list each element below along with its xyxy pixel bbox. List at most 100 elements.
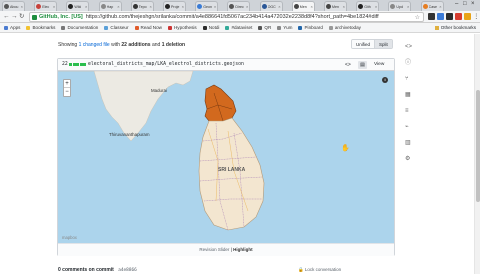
lock-conversation-button[interactable]: 🔒 Lock conversation (298, 267, 341, 273)
pull-requests-icon[interactable]: ⑂ (405, 76, 411, 82)
browser-tab[interactable]: Case × (420, 1, 444, 11)
pulse-icon[interactable]: ⌁ (405, 124, 411, 130)
file-path[interactable]: electoral_districts_map/LKA_electrol_dis… (88, 62, 244, 67)
zoom-out-button[interactable]: − (64, 88, 70, 96)
bookmark-item[interactable]: Apps (4, 25, 20, 30)
split-button[interactable]: Split (374, 40, 392, 48)
bookmark-item[interactable]: Classeur (104, 25, 129, 30)
unified-button[interactable]: Unified (352, 40, 375, 48)
view-file-button[interactable]: View (374, 62, 384, 67)
tab-close-icon[interactable]: × (246, 4, 248, 9)
tab-close-icon[interactable]: × (53, 4, 55, 9)
browser-tab[interactable]: Hap × (98, 1, 122, 11)
northern-district-highlight (204, 84, 237, 124)
commit-sha[interactable]: a4e8866 (118, 268, 137, 273)
revision-slider-link[interactable]: Revision Slider (199, 247, 229, 252)
bookmark-favicon-icon (298, 25, 303, 30)
bookmark-item[interactable]: Bookmarks (26, 25, 55, 30)
secure-site-label: GitHub, Inc. [US] (39, 14, 83, 20)
code-icon[interactable]: <> (405, 44, 412, 50)
bookmark-star-icon[interactable]: ☆ (415, 14, 420, 21)
bookmark-item[interactable]: QR (258, 25, 271, 30)
tab-label: OGC (267, 4, 276, 9)
issues-icon[interactable]: ⓘ (405, 60, 411, 66)
tab-close-icon[interactable]: × (375, 4, 377, 9)
other-bookmarks[interactable]: Other bookmarks (434, 25, 476, 30)
bookmark-label: Bookmarks (32, 25, 56, 30)
address-bar[interactable]: GitHub, Inc. [US] https://github.com/the… (29, 12, 424, 22)
bookmark-favicon-icon (258, 25, 263, 30)
browser-menu-icon[interactable]: ⋮ (473, 13, 480, 21)
tab-label: Hap (106, 4, 114, 9)
browser-tab[interactable]: OGC × (259, 1, 283, 11)
browser-tab[interactable]: Geon × (195, 1, 219, 11)
browser-tab-strip: Abou × Elec × Wiki × Hap × Tepo × Proje × Geon × Direc… (0, 0, 480, 11)
extension-icon[interactable] (428, 13, 435, 20)
tab-favicon-icon (390, 4, 396, 9)
tab-close-icon[interactable]: × (407, 4, 409, 9)
tab-close-icon[interactable]: × (182, 4, 184, 9)
browser-tab[interactable]: Gith × (356, 1, 380, 11)
tab-close-icon[interactable]: × (343, 4, 345, 9)
bookmark-label: Hypothesis (173, 25, 197, 30)
browser-tab[interactable]: Elec × (34, 1, 58, 11)
forward-icon[interactable]: → (11, 13, 18, 21)
extension-icon[interactable] (464, 13, 471, 20)
map-info-button[interactable]: i (382, 77, 388, 83)
browser-tab[interactable]: Tepo × (130, 1, 154, 11)
back-icon[interactable]: ← (3, 13, 10, 21)
url-text[interactable]: https://github.com/thejeshgn/srilanka/co… (86, 14, 386, 20)
bookmark-item[interactable]: Read Now (134, 25, 162, 30)
browser-tab[interactable]: Men × (324, 1, 347, 11)
settings-icon[interactable]: ⚙ (405, 156, 411, 162)
tab-label: Case (428, 4, 437, 9)
bookmark-item[interactable]: Hypothesis (167, 25, 197, 30)
minimize-icon[interactable]: – (455, 1, 458, 7)
page-scrollbar[interactable] (474, 34, 480, 274)
close-window-icon[interactable]: × (471, 1, 475, 7)
zoom-control: + − (63, 79, 71, 97)
tab-label: Men (299, 4, 307, 9)
lock-icon: 🔒 (298, 267, 304, 272)
geojson-map[interactable]: + − i Madurai Thiruvananthapuram SRI LAN… (58, 71, 394, 243)
bookmark-label: archivetoday (334, 25, 361, 30)
graphs-icon[interactable]: ▥ (405, 140, 411, 146)
browser-tab[interactable]: Abou × (2, 1, 25, 11)
bookmark-item[interactable]: Yum (277, 25, 292, 30)
bookmark-item[interactable]: Pinboard (298, 25, 323, 30)
browser-tab[interactable]: Direc × (227, 1, 251, 11)
browser-toolbar: ← → ↻ GitHub, Inc. [US] https://github.c… (0, 11, 480, 23)
map-label-thiruvananthapuram: Thiruvananthapuram (109, 132, 150, 137)
extension-icon[interactable] (446, 13, 453, 20)
tab-close-icon[interactable]: × (439, 4, 441, 9)
browser-tab[interactable]: Upd × (388, 1, 412, 11)
browser-tab[interactable]: Proje × (163, 1, 186, 11)
maximize-icon[interactable]: □ (463, 1, 467, 7)
tab-close-icon[interactable]: × (278, 4, 280, 9)
projects-icon[interactable]: ▦ (405, 92, 411, 98)
with-text: with (111, 42, 121, 48)
wiki-icon[interactable]: ≡ (405, 108, 411, 114)
changed-files-link[interactable]: 1 changed file (79, 42, 110, 48)
scrollbar-thumb[interactable] (476, 90, 480, 202)
bookmark-item[interactable]: #dataviset (225, 25, 252, 30)
browser-tab[interactable]: Men × (291, 1, 315, 11)
reload-icon[interactable]: ↻ (19, 13, 24, 21)
tab-close-icon[interactable]: × (21, 4, 23, 9)
zoom-in-button[interactable]: + (64, 80, 70, 88)
extension-icon[interactable] (437, 13, 444, 20)
diff-view-toggle: Unified Split (351, 39, 393, 49)
browser-tab[interactable]: Wiki × (66, 1, 90, 11)
rich-diff-icon[interactable]: ▤ (358, 61, 367, 69)
bookmark-item[interactable]: Notdi (202, 25, 219, 30)
highlight-link[interactable]: Highlight (233, 247, 253, 252)
bookmark-item[interactable]: Documentation (61, 25, 98, 30)
code-view-icon[interactable]: <> (345, 62, 351, 68)
tab-close-icon[interactable]: × (310, 4, 312, 9)
bookmark-item[interactable]: archivetoday (328, 25, 361, 30)
tab-close-icon[interactable]: × (214, 4, 216, 9)
tab-close-icon[interactable]: × (149, 4, 151, 9)
tab-close-icon[interactable]: × (117, 4, 119, 9)
tab-close-icon[interactable]: × (85, 4, 87, 9)
extension-icon[interactable] (455, 13, 462, 20)
